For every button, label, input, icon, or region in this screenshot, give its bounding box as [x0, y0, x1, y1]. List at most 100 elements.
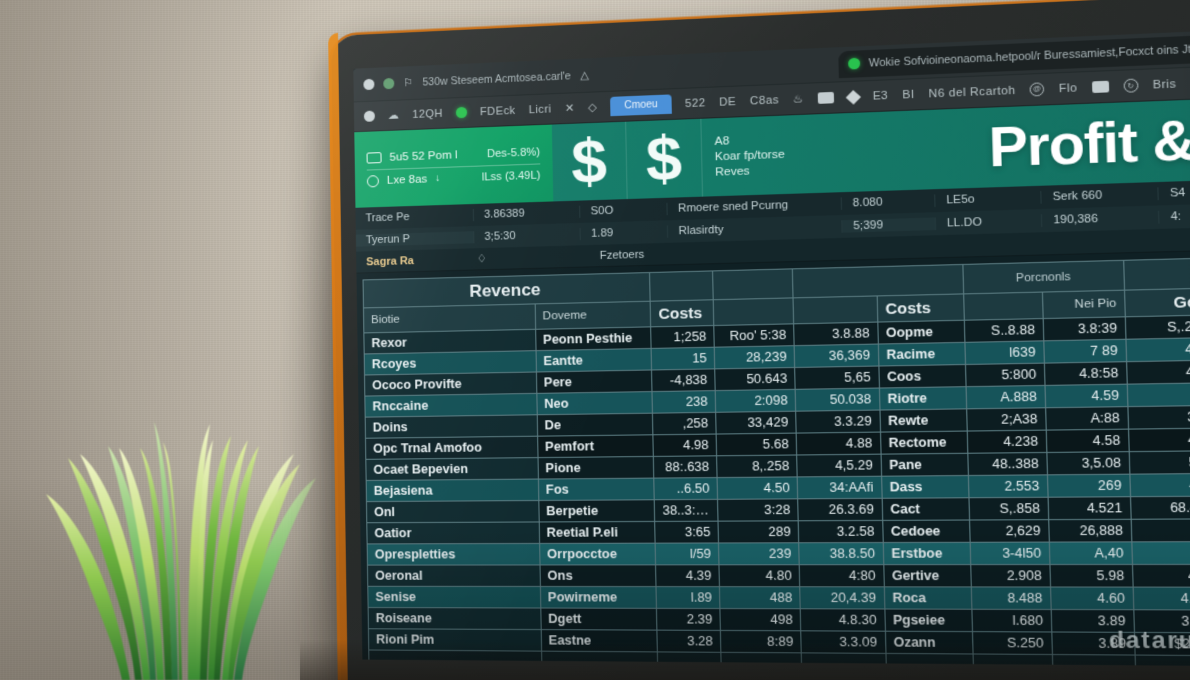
row-value-cell[interactable]: 4.8:58: [1044, 361, 1128, 386]
row-subcategory-cell[interactable]: Peonn Pesthie: [535, 326, 652, 351]
row-value-cell[interactable]: 5.29: [1129, 450, 1190, 475]
row-value-cell[interactable]: -4,838: [651, 368, 716, 392]
row-subcategory-cell[interactable]: Rectome: [880, 431, 968, 455]
row-label-cell[interactable]: Opc Trnal Amofoo: [365, 436, 538, 460]
row-value-cell[interactable]: 5,65: [795, 366, 880, 390]
row-value-cell[interactable]: l.680: [972, 609, 1052, 632]
row-subcategory-cell[interactable]: Reetial P.eli: [538, 521, 656, 544]
row-subcategory-cell[interactable]: Pgseiee: [884, 609, 973, 632]
row-label-cell[interactable]: Rioni Pim: [368, 628, 542, 652]
row-value-cell[interactable]: 3.8:39: [1043, 316, 1126, 341]
row-subcategory-cell[interactable]: Gertive: [883, 564, 972, 587]
row-value-cell[interactable]: 4.80: [1126, 360, 1190, 385]
row-value-cell[interactable]: 4.59: [1044, 384, 1128, 408]
leaf-icon[interactable]: [383, 77, 395, 90]
row-subcategory-cell[interactable]: Pere: [536, 369, 653, 394]
row-value-cell[interactable]: 68.4.84: [1130, 496, 1190, 520]
row-value-cell[interactable]: 4,5.29: [797, 454, 882, 477]
flag-icon[interactable]: ⚐: [403, 76, 413, 89]
duck-icon[interactable]: ♨: [793, 92, 804, 106]
row-value-cell[interactable]: 4.80: [719, 564, 801, 587]
toolbar-trailing-8[interactable]: N6 del Rcartoh: [928, 84, 1015, 100]
row-value-cell[interactable]: ,258: [652, 412, 717, 435]
row-value-cell[interactable]: l/59: [655, 542, 720, 565]
row-value-cell[interactable]: 4.0:0: [1132, 564, 1190, 588]
column-header-gols[interactable]: Gols: [1124, 287, 1190, 317]
row-value-cell[interactable]: 3.88: [1127, 405, 1190, 430]
row-label-cell[interactable]: Roiseane: [368, 607, 541, 630]
table-row[interactable]: Oprespletties Orrpocctoe l/59 239 38.8.50 Ers…: [367, 541, 1190, 566]
row-subcategory-cell[interactable]: Riotre: [879, 386, 967, 411]
column-header-nei-pio[interactable]: Nei Pio: [1042, 290, 1126, 319]
row-subcategory-cell[interactable]: Dgett: [540, 608, 658, 631]
row-value-cell[interactable]: 38.8.50: [799, 542, 884, 565]
row-value-cell[interactable]: l639: [965, 340, 1045, 365]
row-value-cell[interactable]: 8.488: [971, 586, 1052, 610]
column-header-costs-1[interactable]: Costs: [650, 299, 715, 327]
row-label-cell[interactable]: Rcoyes: [364, 350, 537, 376]
row-value-cell[interactable]: 8,.258: [716, 454, 798, 478]
row-label-cell[interactable]: Ocaet Bepevien: [365, 457, 538, 481]
row-value-cell[interactable]: 7 89: [1043, 339, 1127, 364]
row-value-cell[interactable]: 289: [718, 520, 800, 543]
row-value-cell[interactable]: 1;258: [650, 325, 715, 349]
row-subcategory-cell[interactable]: Dass: [881, 475, 970, 499]
row-value-cell[interactable]: S.250: [972, 631, 1053, 655]
row-value-cell[interactable]: Roo' 5:38: [714, 323, 795, 348]
row-value-cell[interactable]: 15: [651, 347, 715, 370]
row-value-cell[interactable]: 26.3.69: [798, 498, 883, 521]
row-value-cell[interactable]: 3,5.08: [1046, 451, 1130, 475]
row-value-cell[interactable]: 269: [1047, 474, 1131, 498]
row-value-cell[interactable]: 5.98: [1049, 564, 1134, 588]
row-value-cell[interactable]: 28,239: [714, 345, 796, 369]
toolbar-item-0[interactable]: 12QH: [412, 107, 443, 120]
row-value-cell[interactable]: 4.58: [1046, 429, 1130, 453]
row-label-cell[interactable]: Oeronal: [367, 564, 540, 587]
row-value-cell[interactable]: 2.39: [656, 608, 721, 631]
profile-icon[interactable]: △: [580, 68, 589, 82]
row-subcategory-cell[interactable]: Fos: [537, 478, 655, 501]
row-label-cell[interactable]: Oatior: [366, 521, 540, 544]
row-subcategory-cell[interactable]: Oopme: [877, 320, 966, 345]
toolbar-item-1[interactable]: FDEck: [480, 104, 516, 117]
row-value-cell[interactable]: 4.50: [717, 476, 799, 500]
row-value-cell[interactable]: 88:.638: [653, 455, 718, 479]
row-value-cell[interactable]: 4.521: [1048, 496, 1132, 520]
row-value-cell[interactable]: 20,4.39: [800, 586, 885, 610]
layers-icon[interactable]: ◇: [588, 100, 597, 114]
row-value-cell[interactable]: 26,888: [1048, 519, 1132, 543]
row-value-cell[interactable]: 4:80: [799, 564, 884, 587]
row-value-cell[interactable]: 4.238: [967, 430, 1047, 454]
row-value-cell[interactable]: 2,629: [969, 519, 1050, 543]
circle-icon[interactable]: [363, 78, 375, 91]
row-subcategory-cell[interactable]: Pione: [537, 456, 654, 480]
card-icon[interactable]: [1091, 80, 1109, 94]
row-value-cell[interactable]: A.888: [966, 385, 1046, 409]
at-icon[interactable]: @: [1029, 82, 1045, 97]
tab-url-text[interactable]: 530w Steseem Acmtosea.carl'e: [422, 70, 571, 88]
row-subcategory-cell[interactable]: Rewte: [879, 408, 968, 433]
toolbar-trailing-10[interactable]: Flo: [1059, 81, 1078, 94]
row-subcategory-cell[interactable]: Powirneme: [539, 586, 657, 609]
row-subcategory-cell[interactable]: Eastne: [540, 629, 658, 652]
row-value-cell[interactable]: 4:88: [1128, 427, 1190, 452]
row-subcategory-cell[interactable]: Orrpocctoe: [539, 543, 656, 565]
table-row[interactable]: Oeronal Ons 4.39 4.80 4:80 Gertive 2.908 5.98 4.…: [367, 564, 1190, 588]
row-value-cell[interactable]: 50.643: [714, 367, 796, 391]
row-value-cell[interactable]: 4:80: [1129, 473, 1190, 497]
toolbar-trailing-1[interactable]: DE: [719, 95, 736, 108]
row-value-cell[interactable]: 2.553: [968, 474, 1049, 498]
row-subcategory-cell[interactable]: Coos: [878, 364, 967, 389]
row-value-cell[interactable]: 50.038: [795, 388, 880, 412]
row-value-cell[interactable]: 3.3.09: [801, 630, 886, 654]
column-header-blank-2[interactable]: [793, 295, 878, 324]
row-value-cell[interactable]: 3.28: [657, 630, 722, 653]
circle-icon[interactable]: [363, 110, 375, 122]
row-value-cell[interactable]: 4.00: [1125, 337, 1190, 362]
active-toolbar-chip[interactable]: Cmoeu: [610, 94, 672, 117]
row-value-cell[interactable]: 3.8.88: [794, 322, 879, 346]
row-label-cell[interactable]: Doins: [365, 414, 538, 439]
row-label-cell[interactable]: Rnccaine: [364, 393, 537, 418]
table-row[interactable]: Senise Powirneme l.89 488 20,4.39 Roca 8.488 4.…: [367, 586, 1190, 610]
row-subcategory-cell[interactable]: Eantte: [535, 348, 652, 373]
